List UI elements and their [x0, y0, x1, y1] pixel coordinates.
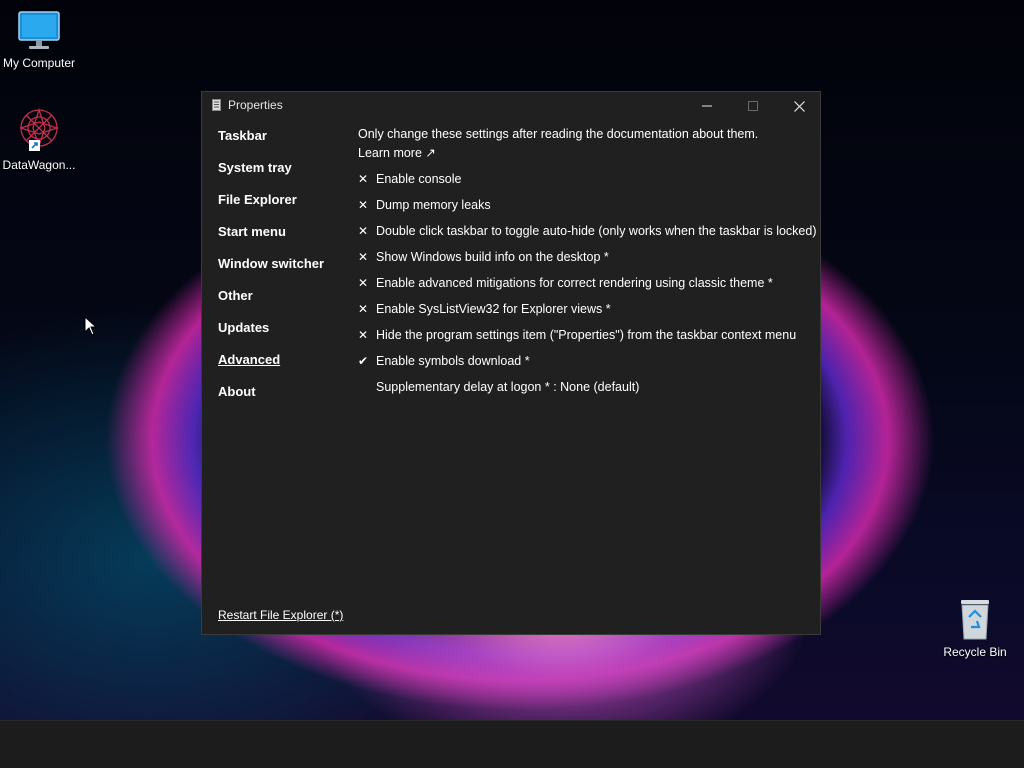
advanced-settings-panel: Only change these settings after reading…: [358, 125, 817, 405]
datawagon-icon: [18, 107, 60, 151]
nav-item-system-tray[interactable]: System tray: [218, 160, 338, 192]
desktop-icon-label: DataWagon...: [2, 158, 76, 172]
monitor-icon: [18, 11, 60, 49]
desktop-icon-my-computer[interactable]: My Computer: [0, 10, 78, 70]
maximize-icon: [748, 101, 758, 111]
nav-item-advanced[interactable]: Advanced: [218, 352, 338, 384]
window-title: Properties: [228, 98, 283, 112]
option-label: Hide the program settings item ("Propert…: [376, 328, 797, 342]
notice-text: Only change these settings after reading…: [358, 127, 759, 141]
learn-more-link[interactable]: Learn more ↗: [358, 145, 808, 171]
close-icon: [793, 100, 805, 112]
option-syslistview32[interactable]: ✕ Enable SysListView32 for Explorer view…: [358, 301, 808, 327]
nav-item-label: Taskbar: [218, 128, 267, 143]
option-state-icon: ✕: [358, 172, 369, 186]
nav-item-window-switcher[interactable]: Window switcher: [218, 256, 338, 288]
app-icon: [212, 99, 221, 111]
minimize-icon: [702, 105, 712, 107]
option-dump-memory-leaks[interactable]: ✕ Dump memory leaks: [358, 197, 808, 223]
minimize-button[interactable]: [684, 92, 730, 120]
desktop-icon-label: My Computer: [2, 56, 76, 70]
title-bar[interactable]: Properties: [202, 92, 820, 120]
option-hide-properties-item[interactable]: ✕ Hide the program settings item ("Prope…: [358, 327, 808, 353]
desktop-icon-recycle-bin[interactable]: Recycle Bin: [936, 597, 1014, 659]
properties-window: Properties Taskbar System tray File Expl…: [201, 91, 821, 635]
maximize-button[interactable]: [730, 92, 776, 120]
option-label: Show Windows build info on the desktop *: [376, 250, 609, 264]
option-show-build-info[interactable]: ✕ Show Windows build info on the desktop…: [358, 249, 808, 275]
option-state-icon: ✔: [358, 354, 369, 368]
taskbar[interactable]: [0, 720, 1024, 768]
settings-nav: Taskbar System tray File Explorer Start …: [218, 128, 338, 416]
option-state-icon: ✕: [358, 250, 369, 264]
option-state-icon: ✕: [358, 328, 369, 342]
nav-item-label: About: [218, 384, 256, 399]
option-label: Supplementary delay at logon * : None (d…: [376, 380, 640, 394]
nav-item-label: File Explorer: [218, 192, 297, 207]
nav-item-label: Updates: [218, 320, 270, 335]
nav-item-taskbar[interactable]: Taskbar: [218, 128, 338, 160]
nav-item-about[interactable]: About: [218, 384, 338, 416]
recycle-bin-icon: [961, 600, 989, 640]
nav-item-other[interactable]: Other: [218, 288, 338, 320]
option-double-click-autohide[interactable]: ✕ Double click taskbar to toggle auto-hi…: [358, 223, 817, 249]
nav-item-label: System tray: [218, 160, 292, 175]
nav-item-label: Start menu: [218, 224, 286, 239]
option-state-icon: ✕: [358, 224, 369, 238]
option-symbols-download[interactable]: ✔ Enable symbols download *: [358, 353, 808, 379]
option-state-icon: ✕: [358, 276, 369, 290]
option-label: Enable console: [376, 172, 462, 186]
desktop-icon-datawagon[interactable]: DataWagon...: [0, 106, 78, 172]
option-label: Enable advanced mitigations for correct …: [376, 276, 773, 290]
option-logon-delay[interactable]: Supplementary delay at logon * : None (d…: [358, 379, 808, 405]
nav-item-start-menu[interactable]: Start menu: [218, 224, 338, 256]
option-label: Dump memory leaks: [376, 198, 491, 212]
desktop-icon-label: Recycle Bin: [943, 645, 1007, 659]
nav-item-label: Window switcher: [218, 256, 325, 271]
close-button[interactable]: [776, 92, 822, 120]
nav-item-label: Advanced: [218, 352, 281, 367]
option-advanced-mitigations[interactable]: ✕ Enable advanced mitigations for correc…: [358, 275, 808, 301]
option-label: Enable SysListView32 for Explorer views …: [376, 302, 611, 316]
nav-item-label: Other: [218, 288, 253, 303]
mouse-cursor-icon: [84, 316, 98, 336]
option-enable-console[interactable]: ✕ Enable console: [358, 171, 808, 197]
option-label: Enable symbols download *: [376, 354, 530, 368]
option-label: Double click taskbar to toggle auto-hide…: [376, 224, 817, 238]
option-state-icon: ✕: [358, 198, 369, 212]
option-state-icon: ✕: [358, 302, 369, 316]
nav-item-updates[interactable]: Updates: [218, 320, 338, 352]
nav-item-file-explorer[interactable]: File Explorer: [218, 192, 338, 224]
restart-explorer-link[interactable]: Restart File Explorer (*): [218, 608, 343, 622]
